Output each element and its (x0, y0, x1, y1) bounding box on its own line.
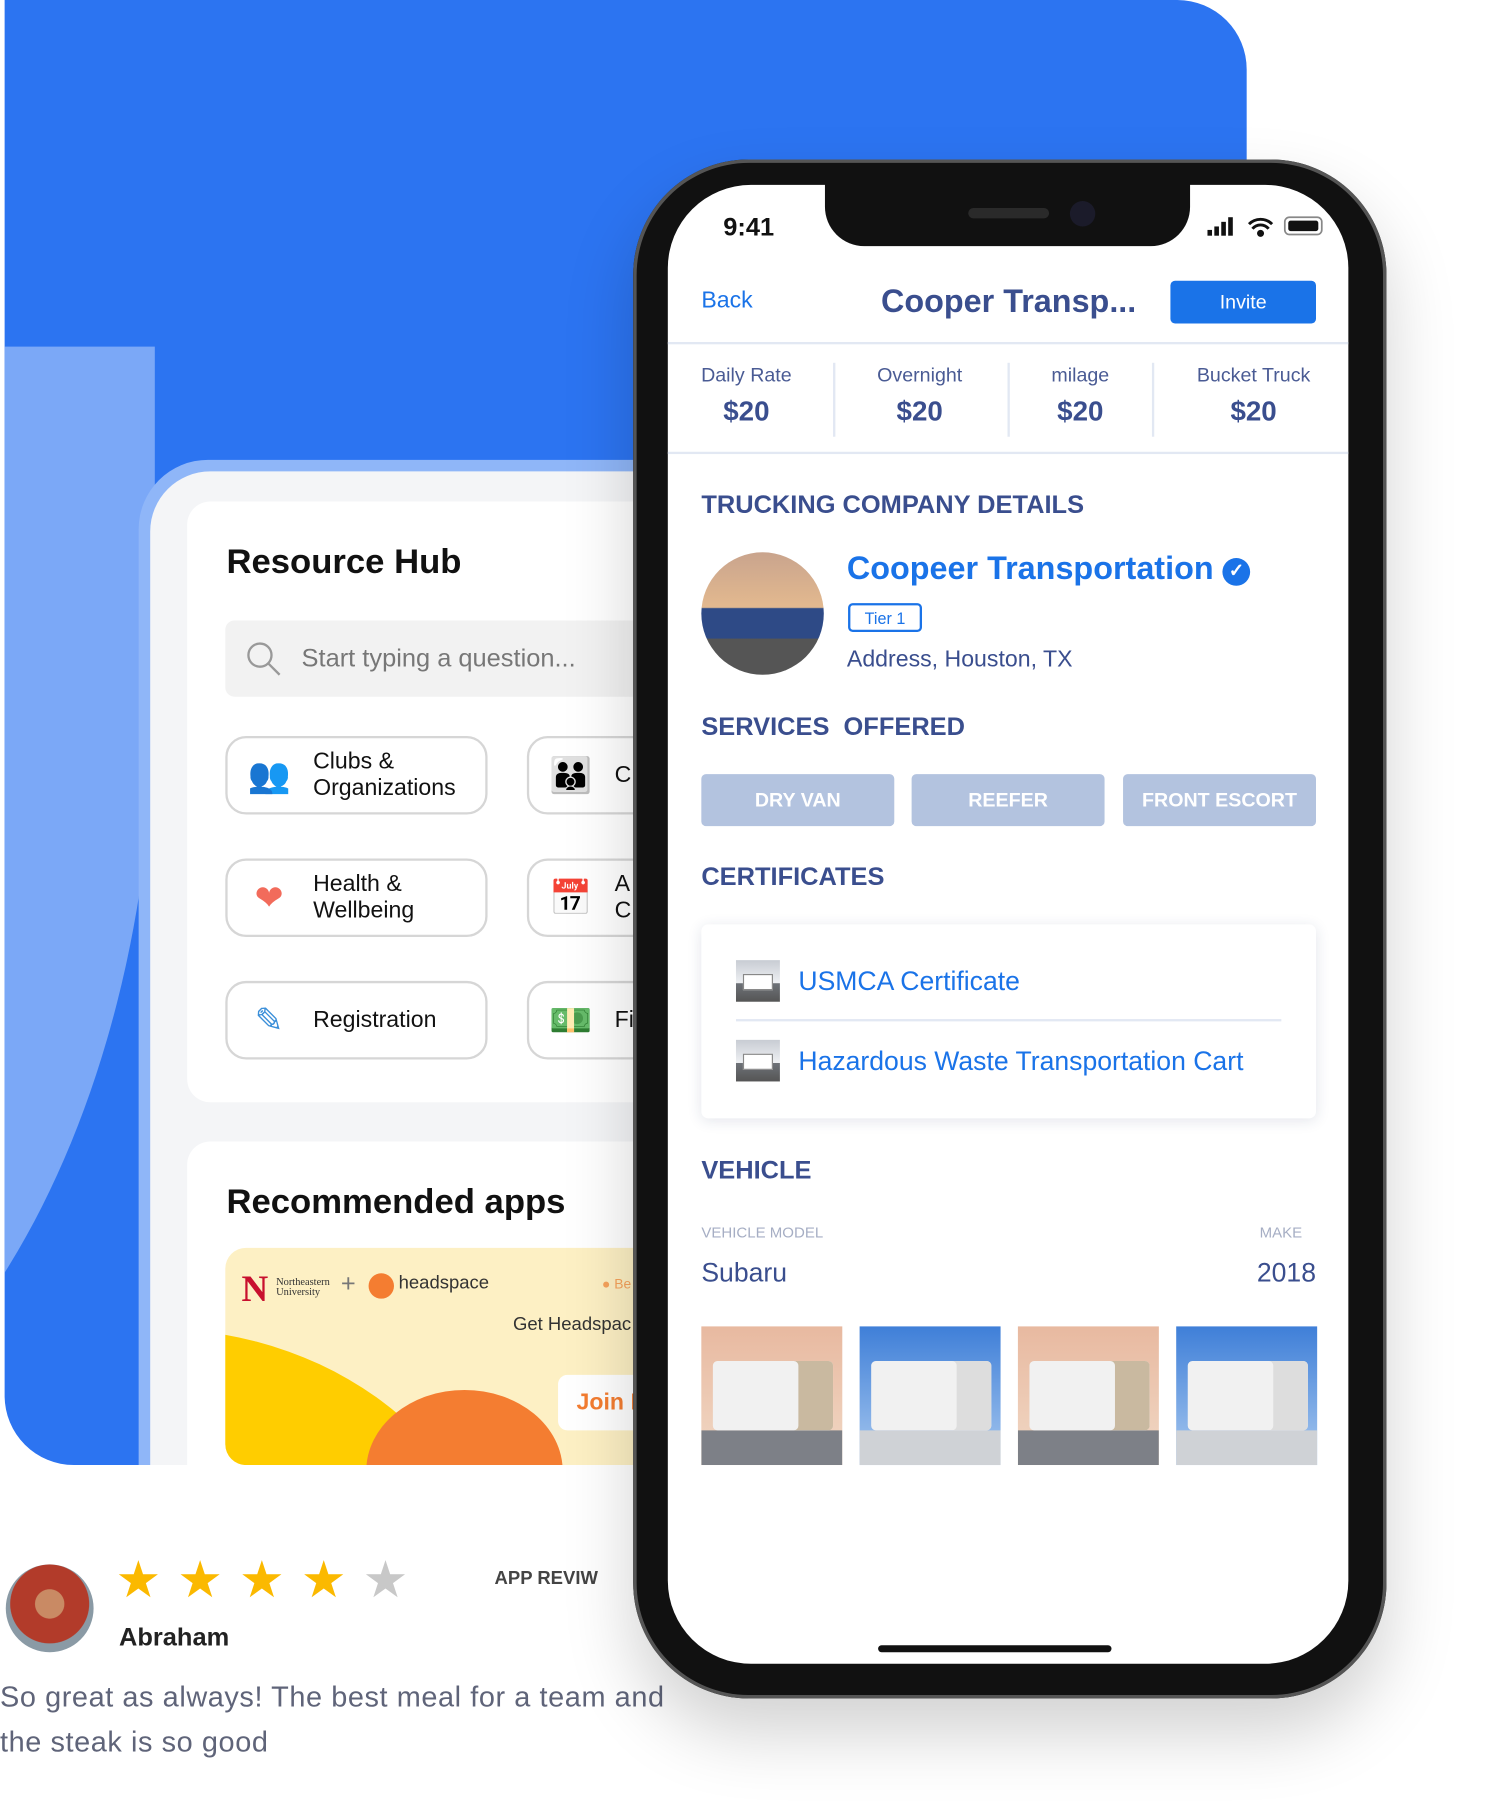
star-icon: ★ (300, 1551, 347, 1609)
tile-label: Clubs & Organizations (313, 748, 456, 801)
home-indicator[interactable] (878, 1645, 1112, 1653)
star-rating: ★ ★ ★ ★ ★ (116, 1555, 409, 1606)
company-address: Address, Houston, TX (846, 647, 1073, 673)
stage: Resource Hub Start typing a question... … (0, 0, 1502, 1802)
headspace-logo-text: headspace (398, 1273, 490, 1293)
star-icon: ★ (239, 1551, 285, 1609)
certificate-item[interactable]: Hazardous Waste Transportation Cart (735, 1039, 1244, 1082)
rate-value: $20 (896, 396, 943, 428)
speaker (968, 207, 1050, 219)
tile-label: Fi (614, 1006, 634, 1033)
rate-overnight: Overnight $20 (849, 364, 990, 429)
tile-clubs-organizations[interactable]: 👥 Clubs & Organizations (225, 735, 488, 815)
search-input[interactable]: Start typing a question... (225, 620, 671, 697)
back-button[interactable]: Back (701, 288, 752, 315)
certificate-thumbnail (735, 1039, 780, 1082)
search-placeholder: Start typing a question... (301, 643, 576, 673)
certificates-title: CERTIFICATES (701, 861, 885, 891)
services-title: SERVICES OFFERED (701, 711, 965, 741)
tier-badge: Tier 1 (848, 603, 923, 633)
page-title: Cooper Transp... (881, 283, 1137, 319)
headspace-dot-icon (368, 1273, 394, 1299)
divider (1151, 362, 1155, 437)
resource-hub-title: Resource Hub (226, 543, 462, 582)
star-icon: ★ (362, 1551, 409, 1609)
calendar-icon: 📅 (549, 878, 593, 917)
rate-daily: Daily Rate $20 (676, 364, 817, 429)
background-curve (4, 346, 155, 1466)
orange-blob (366, 1389, 563, 1466)
rate-milage: milage $20 (1010, 364, 1151, 429)
service-chip[interactable]: REEFER (911, 774, 1105, 827)
rate-label: Daily Rate (701, 363, 792, 386)
vehicle-photo[interactable] (1176, 1326, 1318, 1466)
tile-health-wellbeing[interactable]: ❤ Health & Wellbeing (225, 858, 488, 938)
tile-label: Health & Wellbeing (313, 871, 415, 924)
recommended-title: Recommended apps (226, 1183, 566, 1222)
service-chip[interactable]: DRY VAN (701, 774, 895, 827)
vehicle-photo[interactable] (1017, 1326, 1159, 1466)
community-icon: 👪 (549, 756, 593, 795)
tile-label: A C (614, 871, 632, 924)
certificate-item[interactable]: USMCA Certificate (735, 960, 1020, 1002)
rate-bucket-truck: Bucket Truck $20 (1179, 364, 1329, 429)
tablet-screen: Resource Hub Start typing a question... … (150, 471, 671, 1466)
money-icon: 💵 (549, 1001, 593, 1040)
rate-value: $20 (723, 396, 770, 428)
status-icons (1207, 216, 1323, 237)
certificate-name: Hazardous Waste Transportation Cart (798, 1045, 1244, 1076)
review-text: So great as always! The best meal for a … (0, 1681, 665, 1759)
divider (667, 451, 1349, 455)
status-time: 9:41 (723, 212, 775, 242)
plus-sign: + (340, 1268, 356, 1298)
vehicle-model-label: VEHICLE MODEL (701, 1223, 824, 1241)
service-chip[interactable]: FRONT ESCORT (1123, 774, 1317, 827)
company-section-title: TRUCKING COMPANY DETAILS (701, 489, 1085, 519)
vehicle-make: 2018 (1256, 1257, 1317, 1288)
star-icon: ★ (177, 1551, 223, 1609)
company-name[interactable]: Coopeer Transportation (847, 550, 1214, 586)
vehicle-make-label: MAKE (1259, 1223, 1303, 1241)
vehicle-photo[interactable] (701, 1326, 843, 1466)
vehicle-photo[interactable] (859, 1326, 1001, 1466)
tile-label: C (614, 761, 632, 788)
divider (833, 362, 836, 437)
rate-value: $20 (1057, 396, 1104, 428)
star-icon: ★ (115, 1551, 162, 1609)
people-group-icon: 👥 (247, 756, 291, 795)
banner-text: Get Headspac (512, 1314, 632, 1335)
vehicle-title: VEHICLE (701, 1155, 812, 1185)
pen-icon: ✎ (254, 1001, 284, 1040)
search-icon (247, 642, 281, 676)
battery-icon (1283, 216, 1323, 236)
divider (735, 1019, 1282, 1022)
banner-tag: Be (614, 1275, 632, 1292)
reviewer-name: Abraham (119, 1622, 230, 1652)
company-avatar (701, 552, 824, 675)
northeastern-logo: N (241, 1267, 269, 1310)
reviewer-avatar (5, 1564, 94, 1653)
tile-registration[interactable]: ✎ Registration (225, 980, 488, 1060)
vehicle-model: Subaru (701, 1257, 788, 1288)
review-label: APP REVIW (494, 1569, 598, 1589)
certificates-card: USMCA Certificate Hazardous Waste Transp… (701, 924, 1317, 1119)
invite-button[interactable]: Invite (1170, 280, 1317, 324)
certificate-thumbnail (735, 960, 780, 1002)
partner-name: Northeastern University (276, 1275, 330, 1298)
phone-notch (824, 182, 1191, 247)
rate-value: $20 (1230, 396, 1277, 428)
divider (667, 341, 1349, 345)
verified-badge-icon: ✓ (1222, 558, 1251, 586)
heart-pulse-icon: ❤ (254, 878, 284, 917)
certificate-name: USMCA Certificate (798, 965, 1020, 996)
rate-label: Bucket Truck (1196, 363, 1311, 386)
wifi-icon (1247, 217, 1274, 237)
rate-label: Overnight (877, 363, 963, 386)
headspace-banner[interactable]: N Northeastern University + headspace ● … (225, 1247, 671, 1466)
signal-icon (1207, 217, 1233, 236)
rate-label: milage (1051, 363, 1110, 386)
tile-label: Registration (313, 1006, 437, 1033)
camera-icon (1069, 201, 1096, 227)
